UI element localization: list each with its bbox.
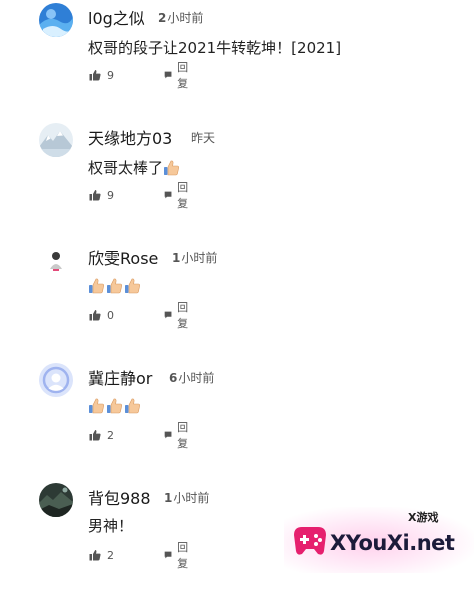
landscape-avatar[interactable] xyxy=(39,483,73,517)
like-count: 9 xyxy=(107,68,114,82)
like-button[interactable]: 2 xyxy=(89,547,114,563)
reply-label: 回复 xyxy=(177,541,189,570)
thumbs-up-emoji-icon xyxy=(89,278,104,294)
comment-username[interactable]: l0g之似 xyxy=(88,5,145,29)
thumbs-up-icon xyxy=(89,190,101,201)
comment-bubble-icon xyxy=(164,431,172,439)
thumbs-up-icon xyxy=(89,430,101,441)
gamepad-logo-icon xyxy=(294,527,326,555)
comment-item: 天缘地方03 昨天 权哥太棒了 9 回复 xyxy=(0,120,474,240)
small-figure-avatar[interactable] xyxy=(39,243,73,277)
comment-bubble-icon xyxy=(164,71,172,79)
thumbs-up-icon xyxy=(89,70,101,81)
reply-button[interactable]: 回复 xyxy=(164,541,192,570)
comment-time: 2小时前 xyxy=(158,11,204,25)
reply-label: 回复 xyxy=(177,181,189,210)
thumbs-up-emoji-icon xyxy=(164,160,179,176)
reply-button[interactable]: 回复 xyxy=(164,301,192,330)
thumbs-up-emoji-icon xyxy=(125,278,140,294)
comment-item: 冀庄静or 6小时前 2 回复 xyxy=(0,360,474,480)
comment-text: 权哥的段子让2021牛转乾坤！[2021] xyxy=(88,39,342,57)
comment-time: 6小时前 xyxy=(169,371,215,385)
comment-time: 1小时前 xyxy=(164,491,210,505)
reply-button[interactable]: 回复 xyxy=(164,61,192,90)
comment-time: 1小时前 xyxy=(172,251,218,265)
reply-label: 回复 xyxy=(177,421,189,450)
site-watermark: X游戏 XYouXi.net xyxy=(284,507,474,573)
like-button[interactable]: 9 xyxy=(89,67,114,83)
thumbs-up-emoji-icon xyxy=(125,398,140,414)
comment-bubble-icon xyxy=(164,311,172,319)
snowy-mountain-avatar[interactable] xyxy=(39,123,73,157)
thumbs-up-icon xyxy=(89,550,101,561)
like-count: 0 xyxy=(107,308,114,322)
comment-text xyxy=(88,397,142,415)
comment-username[interactable]: 欣雯Rose xyxy=(88,245,158,269)
like-count: 2 xyxy=(107,428,114,442)
comment-username[interactable]: 背包988 xyxy=(88,485,151,509)
comment-bubble-icon xyxy=(164,191,172,199)
default-user-avatar[interactable] xyxy=(39,363,73,397)
comment-time: 昨天 xyxy=(191,131,216,145)
comment-username[interactable]: 冀庄静or xyxy=(88,365,152,389)
like-count: 2 xyxy=(107,548,114,562)
like-button[interactable]: 0 xyxy=(89,307,114,323)
reply-label: 回复 xyxy=(177,61,189,90)
thumbs-up-emoji-icon xyxy=(89,398,104,414)
reply-label: 回复 xyxy=(177,301,189,330)
comment-bubble-icon xyxy=(164,551,172,559)
thumbs-up-emoji-icon xyxy=(107,278,122,294)
thumbs-up-emoji-icon xyxy=(107,398,122,414)
like-button[interactable]: 2 xyxy=(89,427,114,443)
thumbs-up-icon xyxy=(89,310,101,321)
comment-text xyxy=(88,277,142,295)
comment-item: l0g之似 2小时前 权哥的段子让2021牛转乾坤！[2021] 9 回复 xyxy=(0,0,474,120)
watermark-main-text: XYouXi.net xyxy=(330,531,455,555)
reply-button[interactable]: 回复 xyxy=(164,421,192,450)
comment-username[interactable]: 天缘地方03 xyxy=(88,125,172,149)
reply-button[interactable]: 回复 xyxy=(164,181,192,210)
watermark-top-text: X游戏 xyxy=(408,511,439,524)
like-count: 9 xyxy=(107,188,114,202)
like-button[interactable]: 9 xyxy=(89,187,114,203)
blue-swirl-avatar[interactable] xyxy=(39,3,73,37)
comment-text: 权哥太棒了 xyxy=(88,157,181,178)
comment-text: 男神！ xyxy=(88,517,134,535)
comment-item: 欣雯Rose 1小时前 0 回复 xyxy=(0,240,474,360)
